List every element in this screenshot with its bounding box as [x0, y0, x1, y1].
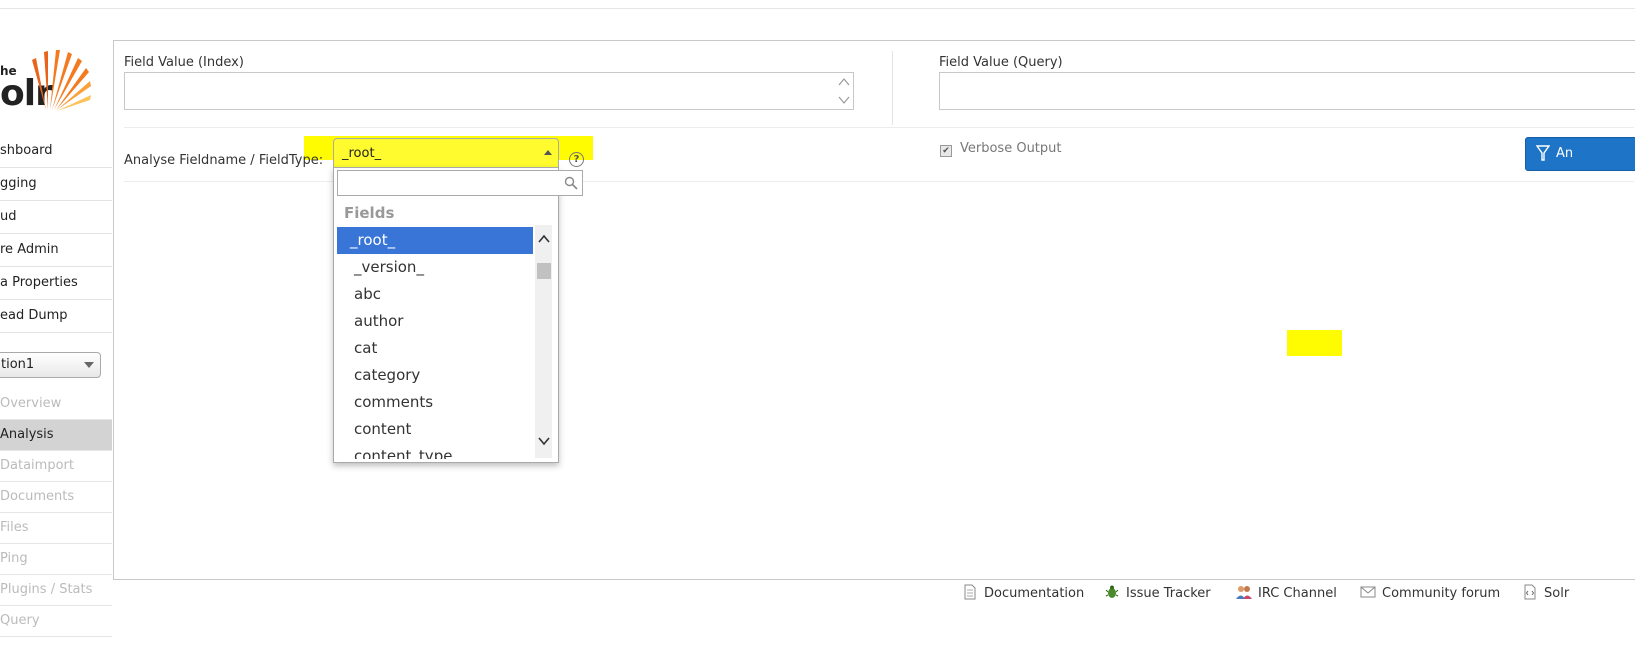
- fieldname-select-value: _root_: [342, 146, 382, 161]
- analyse-values-button[interactable]: An: [1525, 137, 1635, 171]
- sidebar-item-dashboard[interactable]: shboard: [0, 135, 112, 168]
- sidebar-item-cloud[interactable]: ud: [0, 201, 112, 234]
- dropdown-scrollbar[interactable]: [535, 225, 552, 458]
- core-menu-item-plugins-stats[interactable]: Plugins / Stats: [0, 575, 112, 606]
- footer-link-irc-channel[interactable]: IRC Channel: [1236, 584, 1337, 601]
- fieldname-dropdown: Fields _root_ _version_ abc author cat c…: [333, 167, 583, 463]
- dropdown-option[interactable]: _version_: [337, 254, 533, 281]
- fieldname-select[interactable]: _root_: [333, 138, 559, 168]
- sidebar-item-core-admin[interactable]: re Admin: [0, 234, 112, 267]
- core-selector-value: tion1: [1, 357, 35, 372]
- core-menu-item-analysis[interactable]: Analysis: [0, 420, 112, 451]
- scroll-up-icon[interactable]: [537, 233, 551, 249]
- field-value-query-input[interactable]: [939, 72, 1635, 110]
- footer-link-issue-tracker[interactable]: Issue Tracker: [1104, 584, 1211, 601]
- mail-icon: [1360, 586, 1376, 598]
- dropdown-option[interactable]: cat: [337, 335, 533, 362]
- dropdown-option[interactable]: author: [337, 308, 533, 335]
- solr-logo[interactable]: he olr: [0, 48, 100, 116]
- help-icon[interactable]: ?: [569, 152, 584, 167]
- dropdown-option[interactable]: category: [337, 362, 533, 389]
- footer-link-solr-query-syntax-label: Solr: [1544, 586, 1570, 601]
- search-icon: [564, 176, 578, 190]
- verbose-output-label: Verbose Output: [960, 141, 1062, 156]
- footer-link-irc-channel-label: IRC Channel: [1258, 586, 1337, 601]
- footer-link-solr-query-syntax[interactable]: Solr: [1522, 584, 1569, 601]
- solr-sun-icon: [32, 50, 91, 111]
- sidebar-nav: shboard gging ud re Admin a Properties e…: [0, 135, 112, 333]
- core-menu-item-query[interactable]: Query: [0, 606, 112, 637]
- sidebar-item-thread-dump[interactable]: ead Dump: [0, 300, 112, 333]
- chevron-up-icon: [544, 150, 552, 155]
- analysis-panel: Field Value (Index) Field Value (Query) …: [113, 40, 1635, 580]
- field-value-query-label: Field Value (Query): [939, 55, 1063, 70]
- verbose-output-toggle[interactable]: ✔ Verbose Output: [940, 141, 1062, 157]
- code-file-icon: [1524, 584, 1536, 600]
- dropdown-group-fields: Fields: [344, 204, 395, 222]
- footer-link-community-forum[interactable]: Community forum: [1360, 584, 1500, 601]
- sidebar-item-logging[interactable]: gging: [0, 168, 112, 201]
- footer-link-community-forum-label: Community forum: [1382, 586, 1501, 601]
- footer-link-documentation[interactable]: Documentation: [962, 584, 1084, 601]
- core-menu-item-documents[interactable]: Documents: [0, 482, 112, 513]
- core-menu-item-ping[interactable]: Ping: [0, 544, 112, 575]
- highlight-mark: [1287, 330, 1342, 356]
- dropdown-option[interactable]: content_type: [337, 443, 533, 459]
- bug-icon: [1105, 585, 1119, 598]
- analyse-button-label: An: [1556, 146, 1574, 161]
- dropdown-option[interactable]: _root_: [337, 227, 533, 254]
- field-value-index-input[interactable]: [124, 72, 854, 110]
- dropdown-search-input[interactable]: [337, 170, 583, 196]
- dropdown-option[interactable]: comments: [337, 389, 533, 416]
- row-divider: [124, 127, 1634, 128]
- document-icon: [964, 584, 976, 600]
- chevron-down-icon: [84, 362, 94, 368]
- sidebar-item-java-properties[interactable]: a Properties: [0, 267, 112, 300]
- core-menu-item-files[interactable]: Files: [0, 513, 112, 544]
- field-value-index-label: Field Value (Index): [124, 55, 244, 70]
- core-menu-item-overview[interactable]: Overview: [0, 389, 112, 420]
- analyse-fieldname-label: Analyse Fieldname / FieldType:: [124, 153, 324, 168]
- scrollbar-thumb[interactable]: [537, 263, 551, 279]
- resize-arrows-icon: [838, 78, 850, 104]
- dropdown-option[interactable]: content: [337, 416, 533, 443]
- core-menu: Overview Analysis Dataimport Documents F…: [0, 389, 112, 637]
- core-menu-item-dataimport[interactable]: Dataimport: [0, 451, 112, 482]
- footer-link-documentation-label: Documentation: [984, 586, 1085, 601]
- filter-icon: [1536, 145, 1550, 161]
- checkbox-checked-icon[interactable]: ✔: [940, 145, 952, 157]
- footer-link-issue-tracker-label: Issue Tracker: [1126, 586, 1211, 601]
- scroll-down-icon[interactable]: [537, 435, 551, 451]
- dropdown-option[interactable]: abc: [337, 281, 533, 308]
- top-divider: [0, 8, 1635, 9]
- core-selector[interactable]: tion1: [0, 352, 101, 378]
- users-icon: [1236, 586, 1252, 599]
- column-divider: [892, 51, 893, 125]
- dropdown-options: _root_ _version_ abc author cat category…: [337, 227, 533, 459]
